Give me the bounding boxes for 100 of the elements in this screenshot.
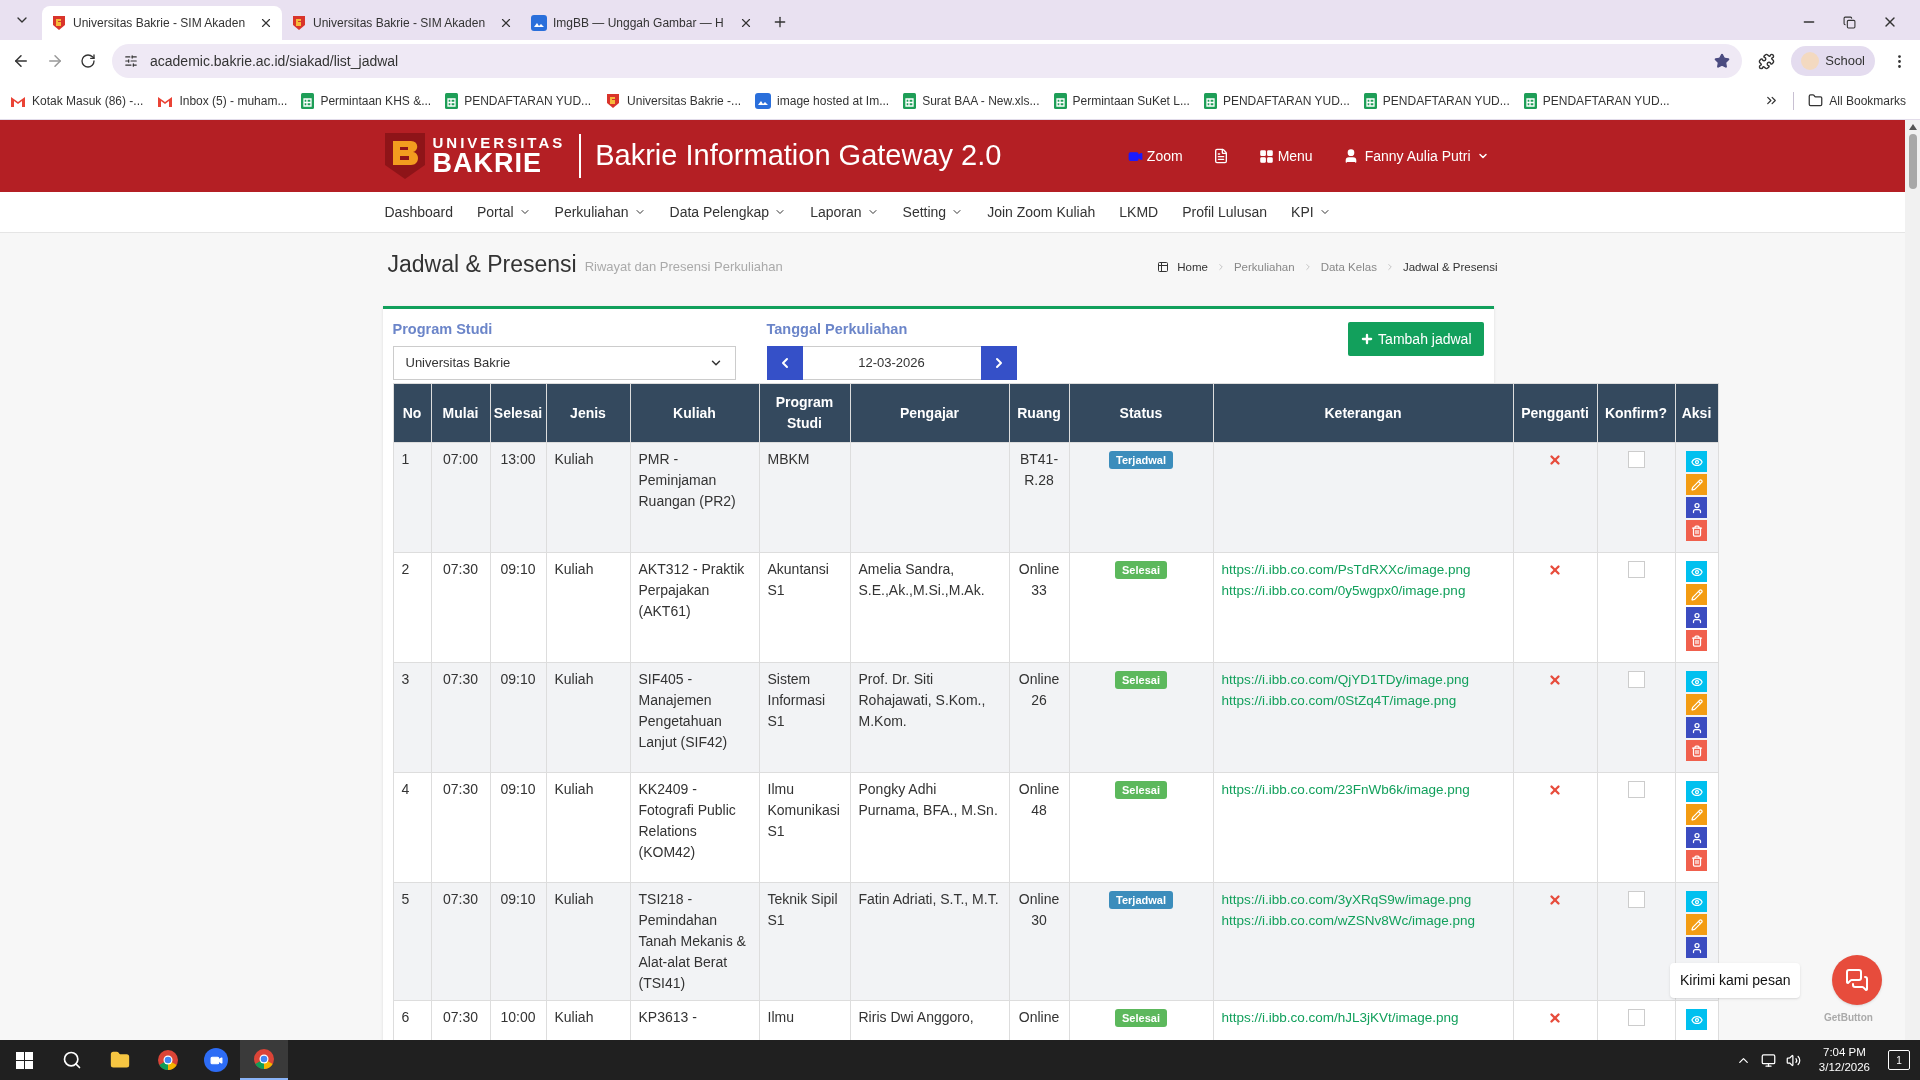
table-cell-text: Akuntansi S1	[767, 560, 830, 600]
checkbox[interactable]	[1627, 451, 1645, 468]
assign-button[interactable]	[1686, 717, 1707, 738]
restore-icon[interactable]	[1843, 15, 1856, 29]
bookmark[interactable]: Permintaan SuKet L...	[1053, 91, 1190, 110]
table-cell-text: Online 33	[1017, 560, 1061, 600]
nav-item[interactable]: Laporan	[810, 201, 879, 223]
back-icon[interactable]	[12, 52, 30, 70]
chat-button[interactable]	[1832, 955, 1882, 1005]
checkbox[interactable]	[1627, 781, 1645, 798]
address-bar[interactable]: academic.bakrie.ac.id/siakad/list_jadwal	[112, 44, 1743, 78]
spreadsheet-icon	[1053, 92, 1067, 109]
scroll-up-arrow-icon[interactable]	[1908, 124, 1917, 130]
browser-icon[interactable]	[253, 1048, 275, 1070]
search-icon[interactable]	[62, 1050, 82, 1070]
profile-button[interactable]: School	[1791, 46, 1875, 76]
program-select[interactable]: Universitas Bakrie	[392, 345, 736, 380]
network-icon[interactable]	[1760, 1052, 1776, 1068]
delete-button[interactable]	[1686, 850, 1707, 871]
bookmark[interactable]: PENDAFTARAN YUD...	[1523, 91, 1670, 110]
nav-item[interactable]: LKMD	[1119, 201, 1159, 223]
close-icon[interactable]	[739, 16, 753, 30]
date-field[interactable]: 12-03-2026	[802, 345, 981, 380]
table-cell-text: PMR - Peminjaman Ruangan (PR2)	[638, 450, 737, 511]
grid-icon	[1258, 148, 1274, 164]
active-taskbar-item[interactable]	[240, 1040, 288, 1080]
extensions-icon[interactable]	[1758, 52, 1776, 70]
nav-item[interactable]: KPI	[1291, 201, 1331, 223]
bookmark[interactable]: PENDAFTARAN YUD...	[445, 91, 592, 110]
document-icon[interactable]	[1212, 148, 1229, 164]
eye-icon	[1690, 1013, 1703, 1026]
nav-item[interactable]: Portal	[477, 201, 531, 223]
folder-icon[interactable]	[110, 1050, 130, 1070]
all-bookmarks[interactable]: All Bookmarks	[1808, 91, 1906, 110]
scrollbar-thumb[interactable]	[1908, 134, 1917, 189]
table-icon	[1157, 261, 1170, 274]
volume-icon[interactable]	[1785, 1052, 1801, 1068]
notification-badge[interactable]: 1	[1888, 1050, 1910, 1070]
bookmark[interactable]: Kotak Masuk (86) -...	[10, 91, 144, 110]
bookmark[interactable]: image hosted at Im...	[755, 91, 890, 110]
bookmark[interactable]: Universitas Bakrie -...	[605, 91, 742, 110]
assign-button[interactable]	[1686, 497, 1707, 518]
bookmark[interactable]: Permintaan KHS &...	[301, 91, 432, 110]
checkbox[interactable]	[1627, 1009, 1645, 1026]
delete-button[interactable]	[1686, 740, 1707, 761]
table-cell: 1	[401, 451, 410, 467]
table-cell: Kuliah	[554, 671, 594, 687]
nav-item[interactable]: Data Pelengkap	[669, 201, 787, 223]
user-menu[interactable]: Fanny Aulia Putri	[1342, 145, 1489, 167]
close-icon[interactable]	[499, 16, 513, 30]
widget-brand: GetButton	[1824, 1011, 1873, 1025]
table-cell-text: Prof. Dr. Siti Rohajawati, S.Kom., M.Kom.	[858, 670, 987, 731]
clock[interactable]: 7:04 PM 3/12/2026	[1818, 1045, 1870, 1075]
spreadsheet-icon	[1203, 92, 1217, 109]
bookmark[interactable]: PENDAFTARAN YUD...	[1203, 91, 1350, 110]
breadcrumb-link[interactable]: Home	[1177, 258, 1208, 276]
table-cell: Kuliah	[554, 451, 594, 467]
eye-icon	[1690, 675, 1703, 688]
bookmark[interactable]: Surat BAA - New.xls...	[903, 91, 1040, 110]
browser-tab[interactable]: Universitas Bakrie - SIM Akaden	[42, 6, 282, 40]
person-icon	[1690, 831, 1703, 844]
trash-icon	[1690, 744, 1703, 757]
table-cell-text: KK2409 - Fotografi Public Relations (KOM42)	[638, 780, 737, 862]
bookmark[interactable]: Inbox (5) - muham...	[157, 91, 288, 110]
nav-item[interactable]: Perkuliahan	[554, 201, 646, 223]
nav-item[interactable]: Dashboard	[384, 201, 453, 223]
browser-icon[interactable]	[157, 1049, 179, 1071]
zoom-link[interactable]: Zoom	[1127, 145, 1183, 167]
nav-item[interactable]: Setting	[902, 201, 964, 223]
nav-item[interactable]: Profil Lulusan	[1182, 201, 1268, 223]
pencil-icon	[1690, 478, 1703, 491]
eye-icon	[1690, 785, 1703, 798]
menu-link[interactable]: Menu	[1258, 145, 1313, 167]
forward-icon[interactable]	[46, 52, 64, 70]
checkbox[interactable]	[1627, 891, 1645, 908]
chat-icon	[1845, 968, 1869, 992]
next-date-button[interactable]	[980, 345, 1017, 380]
nav-item[interactable]: Join Zoom Kuliah	[987, 201, 1096, 223]
previous-date-button[interactable]	[766, 345, 803, 380]
assign-button[interactable]	[1686, 607, 1707, 628]
video-app-icon[interactable]	[204, 1048, 228, 1072]
link[interactable]: https://i.ibb.co.com/0y5wgpx0/image.png	[1221, 580, 1466, 601]
pencil-icon	[1690, 808, 1703, 821]
site-settings-icon[interactable]	[124, 54, 138, 68]
link[interactable]: https://i.ibb.co.com/23FnWb6k/image.png	[1221, 779, 1470, 800]
bookmark[interactable]: PENDAFTARAN YUD...	[1363, 91, 1510, 110]
delete-button[interactable]	[1686, 520, 1707, 541]
checkbox[interactable]	[1627, 671, 1645, 688]
checkbox[interactable]	[1627, 561, 1645, 578]
breadcrumb-current[interactable]: Jadwal & Presensi	[1402, 258, 1498, 276]
delete-button[interactable]	[1686, 630, 1707, 651]
star-icon[interactable]	[1714, 53, 1731, 69]
close-icon[interactable]	[259, 16, 273, 30]
assign-button[interactable]	[1686, 827, 1707, 848]
shield-icon	[291, 15, 307, 31]
reload-icon[interactable]	[80, 53, 96, 69]
windows-start-icon[interactable]	[15, 1051, 33, 1069]
table-cell: 07:30	[442, 781, 478, 797]
assign-button[interactable]	[1686, 937, 1707, 958]
column-header: Selesai	[493, 404, 543, 421]
